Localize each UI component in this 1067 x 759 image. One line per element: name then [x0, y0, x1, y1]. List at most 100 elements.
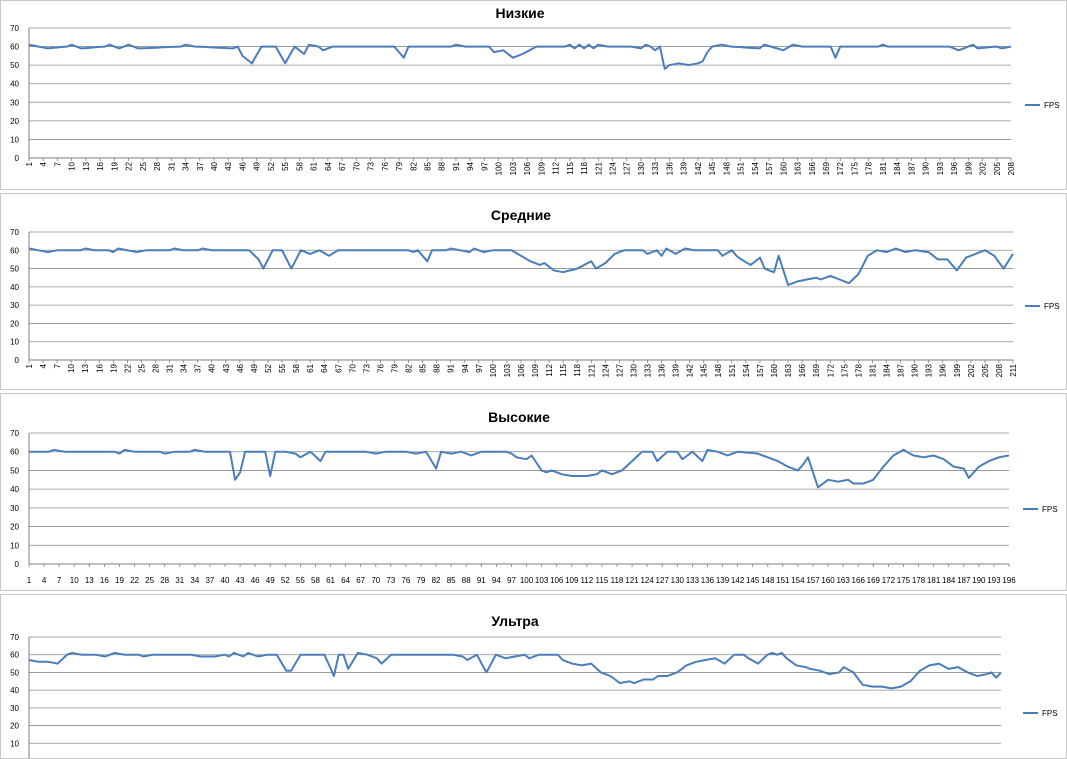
x-tick-label: 31 [167, 161, 176, 170]
x-tick-label: 166 [808, 161, 817, 175]
x-tick-label: 142 [686, 363, 695, 377]
x-tick-label: 55 [296, 576, 305, 585]
chart-title: Средние [491, 207, 551, 223]
y-tick-label: 0 [15, 154, 20, 163]
y-tick-label: 70 [10, 24, 19, 33]
x-tick-label: 49 [253, 161, 262, 170]
chart-panel-ultra: Ультра 10 20 30 40 50 60 70 FPS [0, 594, 1067, 759]
x-tick-label: 82 [409, 161, 418, 170]
y-tick-label: 10 [10, 135, 19, 144]
y-tick-label: 0 [15, 356, 20, 365]
x-tick-label: 70 [371, 576, 380, 585]
x-tick-label: 205 [993, 161, 1002, 175]
x-tick-label: 100 [489, 363, 498, 377]
chart-svg: Средние 0 10 20 30 40 50 60 70 1 4 7 10 13 16 19 22 25 28 3… [10, 207, 1059, 377]
x-tick-label: 91 [452, 161, 461, 170]
x-tick-label: 190 [922, 161, 931, 175]
x-tick-label: 10 [68, 161, 77, 170]
x-tick-label: 211 [1009, 363, 1018, 376]
x-tick-label: 85 [447, 576, 456, 585]
x-tick-label: 28 [152, 363, 161, 372]
x-tick-label: 16 [96, 161, 105, 170]
x-tick-label: 28 [160, 576, 169, 585]
x-tick-label: 124 [640, 576, 654, 585]
x-tick-label: 55 [281, 161, 290, 170]
x-tick-label: 139 [716, 576, 730, 585]
x-tick-label: 94 [466, 161, 475, 170]
x-tick-label: 205 [981, 363, 990, 377]
x-tick-label: 76 [376, 363, 385, 372]
chart-panel-low: Низкие 0 10 20 30 40 50 60 70 1 4 7 10 13 16 19 22 25 28 31… [0, 0, 1067, 190]
x-tick-label: 193 [925, 363, 934, 377]
x-tick-label: 175 [897, 576, 911, 585]
x-tick-label: 28 [153, 161, 162, 170]
x-tick-label: 127 [623, 161, 632, 175]
x-tick-label: 196 [950, 161, 959, 175]
x-tick-label: 109 [565, 576, 579, 585]
x-tick-label: 151 [776, 576, 790, 585]
x-tick-label: 19 [110, 161, 119, 170]
x-tick-label: 130 [629, 363, 638, 377]
x-tick-label: 166 [852, 576, 866, 585]
x-tick-label: 115 [566, 161, 575, 174]
y-tick-label: 20 [10, 117, 19, 126]
x-tick-label: 1 [25, 161, 34, 166]
x-tick-label: 184 [882, 363, 891, 377]
x-tick-label: 148 [722, 161, 731, 175]
x-tick-label: 106 [523, 161, 532, 175]
x-tick-label: 82 [432, 576, 441, 585]
x-tick-label: 64 [324, 161, 333, 170]
x-tick-label: 163 [836, 576, 850, 585]
x-tick-label: 187 [957, 576, 971, 585]
x-tick-label: 142 [694, 161, 703, 175]
x-tick-label: 88 [438, 161, 447, 170]
x-tick-label: 133 [651, 161, 660, 175]
x-tick-label: 118 [580, 161, 589, 174]
x-tick-label: 37 [205, 576, 214, 585]
x-tick-label: 112 [552, 161, 561, 174]
x-tick-label: 169 [867, 576, 881, 585]
x-tick-label: 22 [130, 576, 139, 585]
x-tick-label: 100 [495, 161, 504, 175]
series-line-fps [29, 448, 1010, 489]
chart-panel-medium: Средние 0 10 20 30 40 50 60 70 1 4 7 10 13 16 19 22 25 28 3… [0, 193, 1067, 390]
x-tick-label: 85 [419, 363, 428, 372]
x-tick-label: 43 [222, 363, 231, 372]
y-tick-label: 30 [10, 504, 19, 513]
x-tick-label: 40 [221, 576, 230, 585]
x-tick-label: 160 [770, 363, 779, 377]
x-tick-label: 64 [341, 576, 350, 585]
x-tick-label: 118 [611, 576, 624, 585]
x-tick-label: 130 [671, 576, 685, 585]
x-tick-label: 109 [531, 363, 540, 377]
x-tick-label: 40 [208, 363, 217, 372]
x-tick-label: 1 [27, 576, 32, 585]
x-tick-label: 139 [672, 363, 681, 377]
chart-svg: Высокие 0 10 20 30 40 50 60 70 1 4 7 10 13 16 19 22 25 28 3… [10, 409, 1057, 585]
x-tick-label: 67 [356, 576, 365, 585]
legend-label: FPS [1044, 101, 1060, 110]
x-tick-label: 136 [665, 161, 674, 175]
y-tick-label: 50 [10, 265, 19, 274]
x-tick-label: 112 [545, 363, 554, 376]
chart-title: Ультра [491, 613, 539, 629]
y-tick-label: 60 [10, 448, 19, 457]
x-tick-label: 34 [182, 161, 191, 170]
x-tick-label: 160 [821, 576, 835, 585]
x-tick-label: 175 [840, 363, 849, 377]
x-tick-label: 127 [656, 576, 670, 585]
x-tick-label: 25 [139, 161, 148, 170]
y-tick-label: 60 [10, 246, 19, 255]
x-tick-label: 46 [236, 363, 245, 372]
x-tick-label: 190 [911, 363, 920, 377]
x-tick-label: 49 [250, 363, 259, 372]
x-tick-label: 34 [190, 576, 199, 585]
x-tick-label: 172 [836, 161, 845, 175]
x-tick-label: 118 [573, 363, 582, 376]
x-tick-label: 154 [791, 576, 805, 585]
y-tick-label: 60 [10, 43, 19, 52]
x-tick-label: 97 [480, 161, 489, 170]
x-tick-label: 178 [912, 576, 926, 585]
x-tick-label: 37 [196, 161, 205, 170]
x-tick-label: 22 [125, 161, 134, 170]
